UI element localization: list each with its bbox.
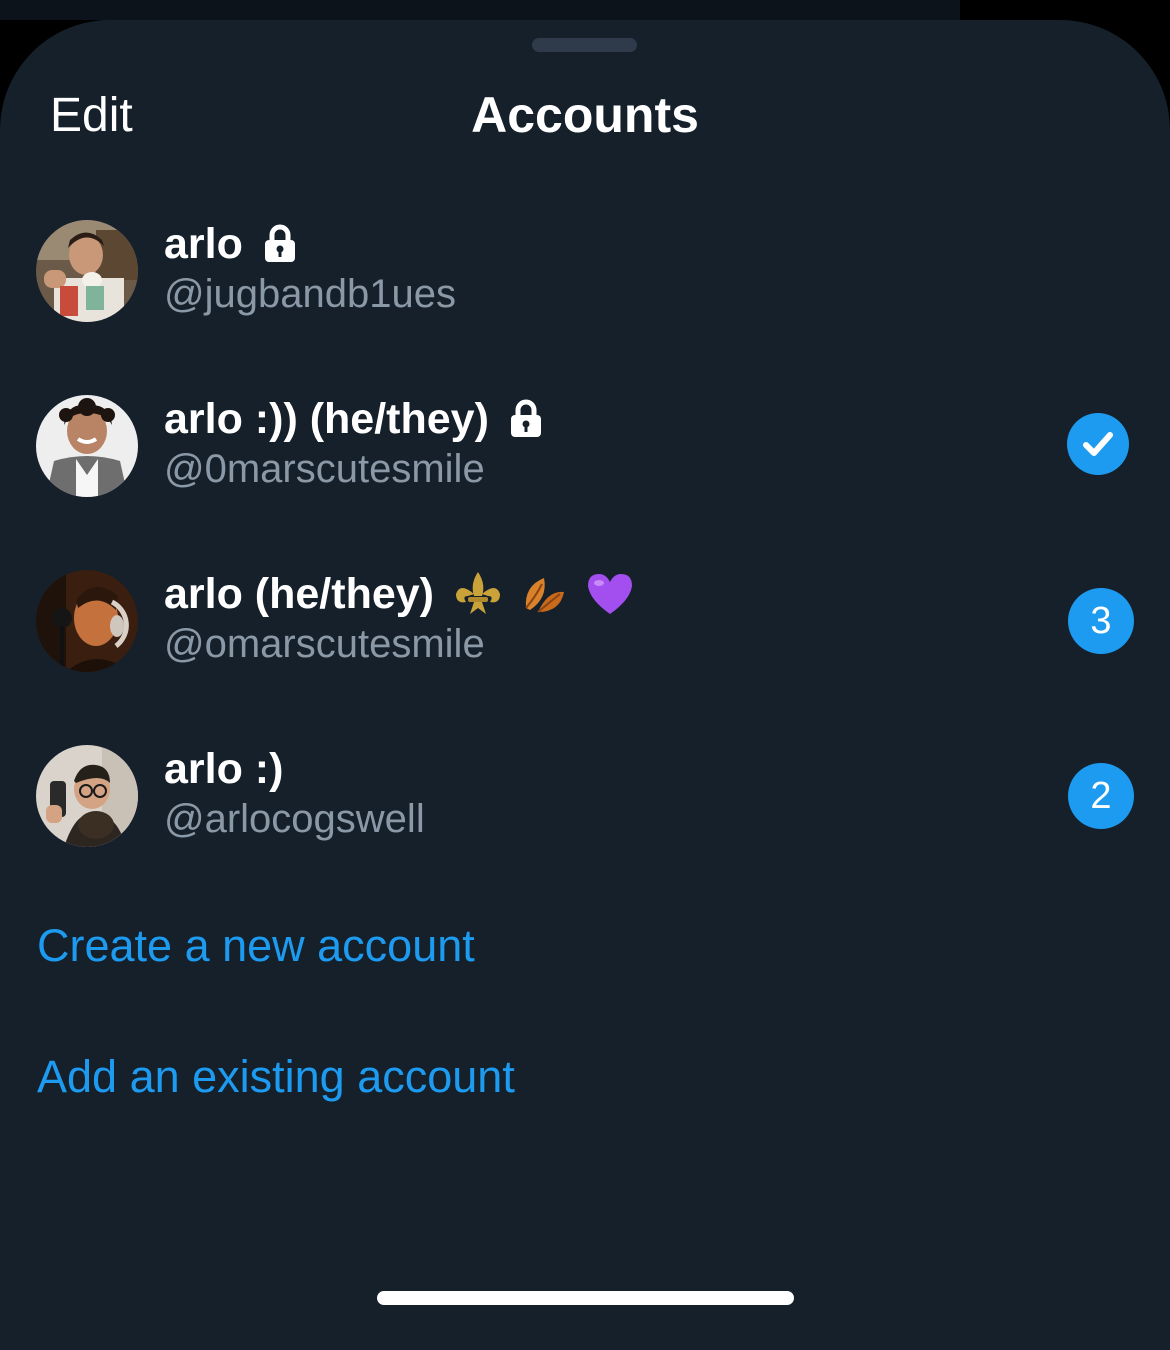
account-handle: @0marscutesmile (164, 447, 485, 491)
account-name-row: arlo :)) (he/they) (164, 393, 543, 445)
fallen-leaf-icon (525, 578, 564, 613)
account-name-row: arlo :) (164, 743, 283, 795)
avatar (36, 745, 138, 847)
lock-icon (510, 399, 541, 437)
avatar (36, 395, 138, 497)
fleur-de-lis-icon (456, 572, 500, 614)
sheet-grabber-handle[interactable] (532, 38, 637, 52)
create-account-link[interactable]: Create a new account (37, 920, 475, 972)
account-name-row: arlo (164, 218, 297, 270)
account-handle: @omarscutesmile (164, 622, 485, 666)
page-title: Accounts (471, 87, 699, 143)
accounts-sheet: Edit Accounts arlo @jugbandb1ues arlo:)… (0, 20, 1170, 1350)
background-app-edge (0, 0, 960, 20)
account-row-omarscutesmile[interactable]: arlo (he/they) @omarscutesmile 3 (0, 560, 1170, 680)
selected-checkmark-icon (1067, 413, 1129, 475)
lock-icon (264, 224, 295, 262)
display-name: arlo :)) (he/they) (164, 394, 489, 443)
display-name: arlo (164, 219, 243, 268)
account-row-jugbandb1ues[interactable]: arlo @jugbandb1ues (0, 210, 1170, 330)
account-row-arlocogswell[interactable]: arlo :) @arlocogswell 2 (0, 735, 1170, 855)
notification-count-badge: 2 (1068, 763, 1134, 829)
notification-count-badge: 3 (1068, 588, 1134, 654)
display-name: arlo :) (164, 744, 284, 793)
add-existing-account-link[interactable]: Add an existing account (37, 1051, 515, 1103)
avatar (36, 220, 138, 322)
display-name: arlo (he/they) (164, 569, 434, 618)
account-name-row: arlo (he/they) (164, 568, 636, 620)
avatar (36, 570, 138, 672)
account-handle: @arlocogswell (164, 797, 425, 841)
home-indicator[interactable] (377, 1291, 794, 1305)
account-handle: @jugbandb1ues (164, 272, 456, 316)
account-row-0marscutesmile[interactable]: arlo :)) (he/they) @0marscutesmile (0, 385, 1170, 505)
purple-heart-icon (588, 574, 632, 614)
